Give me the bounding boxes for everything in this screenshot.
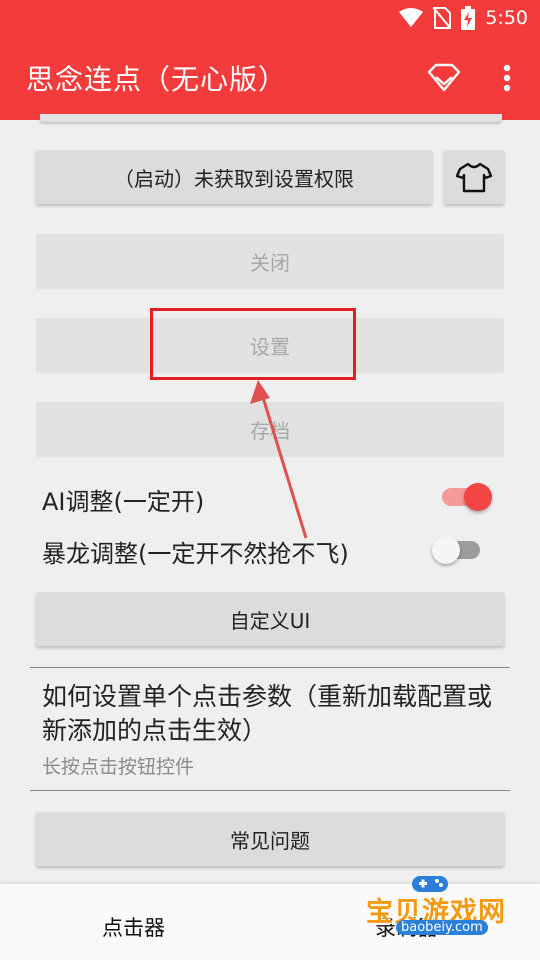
wifi-icon (399, 8, 424, 27)
help-subtitle: 长按点击按钮控件 (42, 756, 195, 778)
watermark-url: baobeiy.com (396, 920, 488, 935)
custom-ui-button-label: 自定义UI (229, 608, 311, 633)
close-button[interactable]: 关闭 (36, 234, 504, 288)
close-button-label: 关闭 (250, 250, 290, 275)
divider (30, 667, 510, 668)
faq-button-label: 常见问题 (230, 828, 310, 853)
custom-ui-button[interactable]: 自定义UI (36, 592, 504, 646)
scrolled-card-edge (40, 114, 502, 122)
app-bar: 思念连点（无心版） (0, 36, 540, 120)
help-title: 如何设置单个点击参数（重新加载配置或新添加的点击生效） (42, 682, 493, 745)
status-bar: 5:50 (0, 0, 540, 36)
start-button-label: （启动）未获取到设置权限 (114, 166, 354, 191)
start-button[interactable]: （启动）未获取到设置权限 (36, 150, 432, 204)
annotation-arrow (250, 380, 308, 539)
no-sim-icon (433, 7, 452, 29)
tab-clicker[interactable]: 点击器 (102, 912, 165, 942)
app-title: 思念连点（无心版） (26, 63, 288, 96)
battery-charging-icon (461, 6, 476, 30)
status-time: 5:50 (485, 7, 528, 29)
status-icons: 5:50 (399, 6, 528, 30)
watermark: 宝贝游戏网 baobeiy.com (362, 864, 512, 944)
switch-thumb (464, 483, 492, 511)
annotation-highlight-box (150, 308, 356, 380)
ai-adjust-label: AI调整(一定开) (42, 488, 205, 516)
switch-thumb (432, 536, 460, 564)
faq-button[interactable]: 常见问题 (36, 812, 504, 866)
diamond-button[interactable] (426, 60, 462, 96)
more-vert-icon (503, 64, 511, 92)
more-options-button[interactable] (492, 60, 522, 96)
skin-button[interactable] (444, 150, 504, 204)
divider (30, 790, 510, 791)
tshirt-icon (456, 162, 492, 193)
diamond-icon (427, 63, 461, 92)
